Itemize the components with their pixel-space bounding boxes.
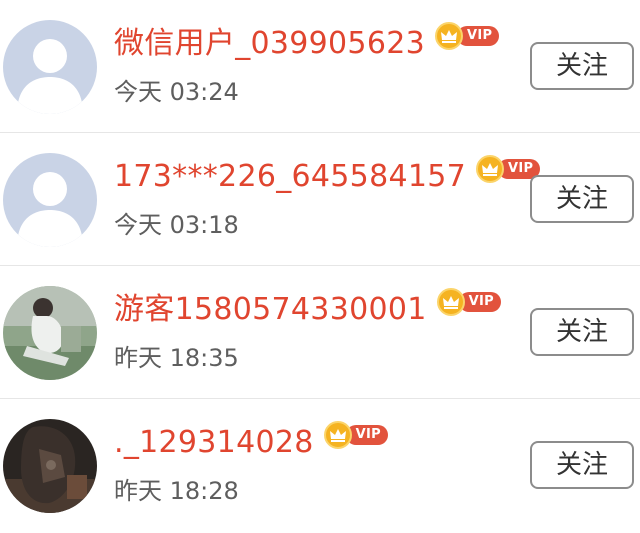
list-item[interactable]: 微信用户_039905623 VIP 今天 03:24 关注 [0, 0, 640, 133]
photo-avatar-icon [3, 286, 97, 380]
user-name-line: 173***226_645584157 VIP [114, 155, 541, 197]
user-name-line: 微信用户_039905623 VIP [114, 22, 500, 64]
follow-button[interactable]: 关注 [530, 175, 634, 223]
follow-button[interactable]: 关注 [530, 441, 634, 489]
user-list: 微信用户_039905623 VIP 今天 03:24 关注 173***226… [0, 0, 640, 532]
default-avatar-icon [3, 153, 97, 247]
crown-icon [476, 155, 505, 183]
user-name[interactable]: ._129314028 [114, 423, 314, 463]
crown-icon [323, 421, 352, 449]
list-item[interactable]: 173***226_645584157 VIP 今天 03:18 关注 [0, 133, 640, 266]
avatar[interactable] [3, 419, 97, 513]
avatar[interactable] [3, 286, 97, 380]
user-name[interactable]: 173***226_645584157 [114, 157, 466, 197]
vip-badge: VIP [436, 288, 501, 316]
crown-icon [436, 288, 465, 316]
follow-button[interactable]: 关注 [530, 42, 634, 90]
timestamp: 今天 03:18 [114, 211, 239, 239]
list-item[interactable]: 游客1580574330001 VIP 昨天 18:35 关注 [0, 266, 640, 399]
default-avatar-icon [3, 20, 97, 114]
user-name[interactable]: 微信用户_039905623 [114, 24, 425, 64]
user-name[interactable]: 游客1580574330001 [114, 290, 427, 330]
vip-label: VIP [458, 292, 501, 312]
list-item[interactable]: ._129314028 VIP 昨天 18:28 关注 [0, 399, 640, 532]
photo-avatar-icon [3, 419, 97, 513]
user-name-line: ._129314028 VIP [114, 421, 388, 463]
user-name-line: 游客1580574330001 VIP [114, 288, 501, 330]
follow-button[interactable]: 关注 [530, 308, 634, 356]
vip-badge: VIP [434, 22, 500, 50]
avatar[interactable] [3, 153, 97, 247]
vip-label: VIP [456, 26, 500, 46]
vip-badge: VIP [323, 421, 388, 449]
crown-icon [434, 22, 463, 50]
vip-label: VIP [345, 425, 388, 445]
timestamp: 今天 03:24 [114, 78, 239, 106]
timestamp: 昨天 18:35 [114, 344, 239, 372]
avatar[interactable] [3, 20, 97, 114]
timestamp: 昨天 18:28 [114, 477, 239, 505]
